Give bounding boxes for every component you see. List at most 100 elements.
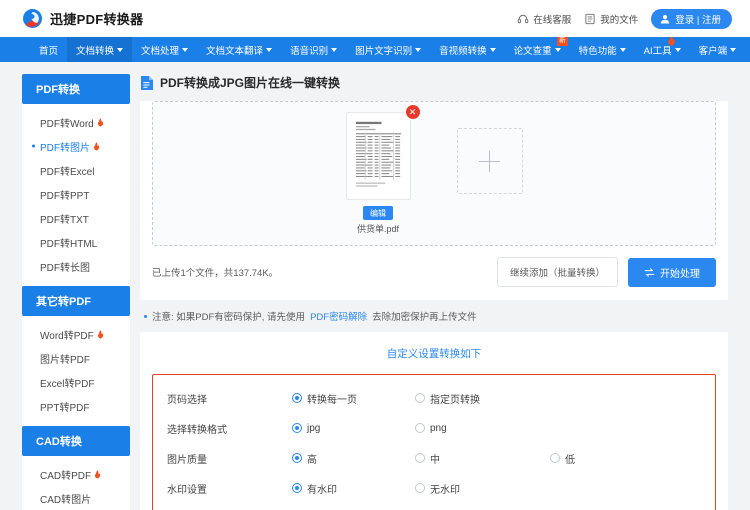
- fire-icon: [97, 117, 104, 127]
- upload-dropzone[interactable]: ✕ 编辑 供货单.pdf: [152, 101, 716, 246]
- fire-icon: [97, 329, 104, 339]
- setting-label: 页码选择: [167, 394, 207, 406]
- file-name-label: 供货单.pdf: [356, 224, 399, 234]
- option-label: 低: [565, 454, 575, 466]
- option-quality-low[interactable]: 低: [550, 451, 575, 466]
- radio-icon[interactable]: [292, 423, 302, 433]
- nav-item-speech-recognition[interactable]: 语音识别: [281, 37, 346, 62]
- app-page: 迅捷PDF转换器 在线客服 我的文件 登录 | 注册 首页 文档转换 文档处理 …: [0, 0, 750, 510]
- setting-label: 水印设置: [167, 484, 207, 496]
- sidebar-item-pdf-to-html[interactable]: PDF转HTML: [22, 230, 130, 254]
- sidebar-item-pdf-to-image[interactable]: PDF转图片: [22, 134, 130, 158]
- page-title-text: PDF转换成JPG图片在线一键转换: [160, 76, 341, 90]
- chevron-down-icon: [182, 48, 189, 52]
- option-label: 高: [307, 454, 317, 466]
- nav-item-featured[interactable]: 特色功能: [570, 37, 635, 62]
- radio-icon[interactable]: [415, 483, 425, 493]
- option-label: 指定页转换: [430, 394, 480, 406]
- sidebar-item-pdf-to-txt[interactable]: PDF转TXT: [22, 206, 130, 230]
- sidebar-item-label: PDF转Word: [40, 118, 94, 130]
- nav-item-home[interactable]: 首页: [30, 37, 67, 62]
- main-navigation: 首页 文档转换 文档处理 文档文本翻译 语音识别 图片文字识别 音视频转换 新: [0, 35, 750, 62]
- uploaded-file-card: ✕ 编辑 供货单.pdf: [345, 105, 420, 235]
- option-quality-high[interactable]: 高: [292, 451, 415, 466]
- radio-icon[interactable]: [415, 393, 425, 403]
- radio-icon[interactable]: [415, 453, 425, 463]
- sidebar-item-label: CAD转图片: [40, 494, 92, 506]
- swirl-logo-icon: [22, 8, 43, 29]
- sidebar-item-pdf-to-excel[interactable]: PDF转Excel: [22, 158, 130, 182]
- option-convert-all-pages[interactable]: 转换每一页: [292, 391, 415, 406]
- upload-status-text: 已上传1个文件，共137.74K。: [152, 268, 279, 279]
- setting-row-image-quality: 图片质量 高 中 低: [153, 443, 715, 473]
- sidebar-list-pdf-convert: PDF转Word PDF转图片 PDF转Excel PDF转PPT PDF转TX…: [22, 104, 130, 286]
- chevron-down-icon: [489, 48, 496, 52]
- option-watermark-on[interactable]: 有水印: [292, 481, 415, 496]
- radio-icon[interactable]: [292, 483, 302, 493]
- radio-icon[interactable]: [415, 423, 425, 433]
- nav-label: 首页: [39, 45, 59, 57]
- sidebar-item-label: Word转PDF: [40, 330, 94, 342]
- nav-label: 文档文本翻译: [206, 45, 264, 57]
- brand-logo[interactable]: 迅捷PDF转换器: [22, 8, 143, 29]
- sidebar-item-pdf-to-ppt[interactable]: PDF转PPT: [22, 182, 130, 206]
- new-badge: 新: [557, 36, 568, 46]
- remove-file-button[interactable]: ✕: [405, 105, 420, 119]
- upload-status-row: 已上传1个文件，共137.74K。 继续添加（批量转换） 开始处理: [140, 246, 728, 300]
- upload-actions: 继续添加（批量转换） 开始处理: [496, 257, 716, 287]
- sidebar-item-label: Excel转PDF: [40, 378, 95, 390]
- add-file-button[interactable]: [456, 128, 523, 194]
- page-title: PDF转换成JPG图片在线一键转换: [140, 74, 728, 91]
- login-register-button[interactable]: 登录 | 注册: [651, 8, 732, 29]
- option-label: 无水印: [430, 484, 460, 496]
- nav-item-document-translate[interactable]: 文档文本翻译: [197, 37, 281, 62]
- sidebar-item-label: 图片转PDF: [40, 354, 90, 366]
- swap-icon: [644, 267, 655, 278]
- nav-item-av-convert[interactable]: 音视频转换: [430, 37, 505, 62]
- online-service-button[interactable]: 在线客服: [517, 12, 571, 26]
- sidebar-item-cad-to-pdf[interactable]: CAD转PDF: [22, 462, 130, 486]
- nav-item-document-convert[interactable]: 文档转换: [67, 37, 133, 62]
- plus-icon: [479, 150, 500, 172]
- sidebar-item-cad-to-image[interactable]: CAD转图片: [22, 486, 130, 510]
- settings-heading: 自定义设置转换如下: [386, 348, 482, 360]
- nav-item-thesis-check[interactable]: 新 论文查重: [505, 36, 570, 62]
- chevron-down-icon: [674, 48, 681, 52]
- content-wrapper: PDF转换 PDF转Word PDF转图片 PDF转Excel PDF转PPT …: [0, 62, 750, 510]
- radio-icon[interactable]: [292, 393, 302, 403]
- nav-item-document-process[interactable]: 文档处理: [132, 37, 197, 62]
- option-format-png[interactable]: png: [415, 423, 550, 434]
- add-more-button[interactable]: 继续添加（批量转换）: [496, 257, 618, 287]
- sidebar-item-pdf-to-longimage[interactable]: PDF转长图: [22, 254, 130, 278]
- nav-label: 文档处理: [141, 45, 180, 57]
- sidebar-group-other-to-pdf: 其它转PDF: [22, 286, 130, 316]
- sidebar-item-excel-to-pdf[interactable]: Excel转PDF: [22, 370, 130, 394]
- option-quality-medium[interactable]: 中: [415, 451, 550, 466]
- option-watermark-off[interactable]: 无水印: [415, 481, 550, 496]
- chevron-down-icon: [266, 48, 273, 52]
- nav-item-image-ocr[interactable]: 图片文字识别: [346, 37, 430, 62]
- radio-icon[interactable]: [550, 453, 560, 463]
- sidebar-item-word-to-pdf[interactable]: Word转PDF: [22, 322, 130, 346]
- nav-item-client[interactable]: 客户端: [690, 37, 746, 62]
- option-format-jpg[interactable]: jpg: [292, 423, 415, 434]
- sidebar-item-ppt-to-pdf[interactable]: PPT转PDF: [22, 394, 130, 418]
- sidebar-item-image-to-pdf[interactable]: 图片转PDF: [22, 346, 130, 370]
- bullet-icon: [144, 314, 147, 318]
- nav-label: 特色功能: [578, 45, 617, 57]
- pdf-password-remove-link[interactable]: PDF密码解除: [310, 309, 367, 323]
- edit-file-button[interactable]: 编辑: [363, 206, 393, 220]
- chevron-down-icon: [619, 48, 626, 52]
- pdf-page-thumbnail[interactable]: [345, 112, 411, 200]
- my-files-button[interactable]: 我的文件: [584, 12, 638, 26]
- start-process-button[interactable]: 开始处理: [628, 257, 716, 287]
- sidebar-item-pdf-to-word[interactable]: PDF转Word: [22, 110, 130, 134]
- fire-icon: [93, 141, 100, 151]
- radio-icon[interactable]: [292, 453, 302, 463]
- sidebar-item-label: PDF转TXT: [40, 214, 89, 226]
- my-files-label: 我的文件: [600, 14, 639, 26]
- nav-item-ai-tools[interactable]: AI工具: [635, 35, 690, 62]
- nav-label: 文档转换: [76, 45, 115, 57]
- option-convert-specific-pages[interactable]: 指定页转换: [415, 391, 550, 406]
- settings-box: 页码选择 转换每一页 指定页转换 选择转换格式 jpg png 图片质量 高 中…: [152, 374, 716, 510]
